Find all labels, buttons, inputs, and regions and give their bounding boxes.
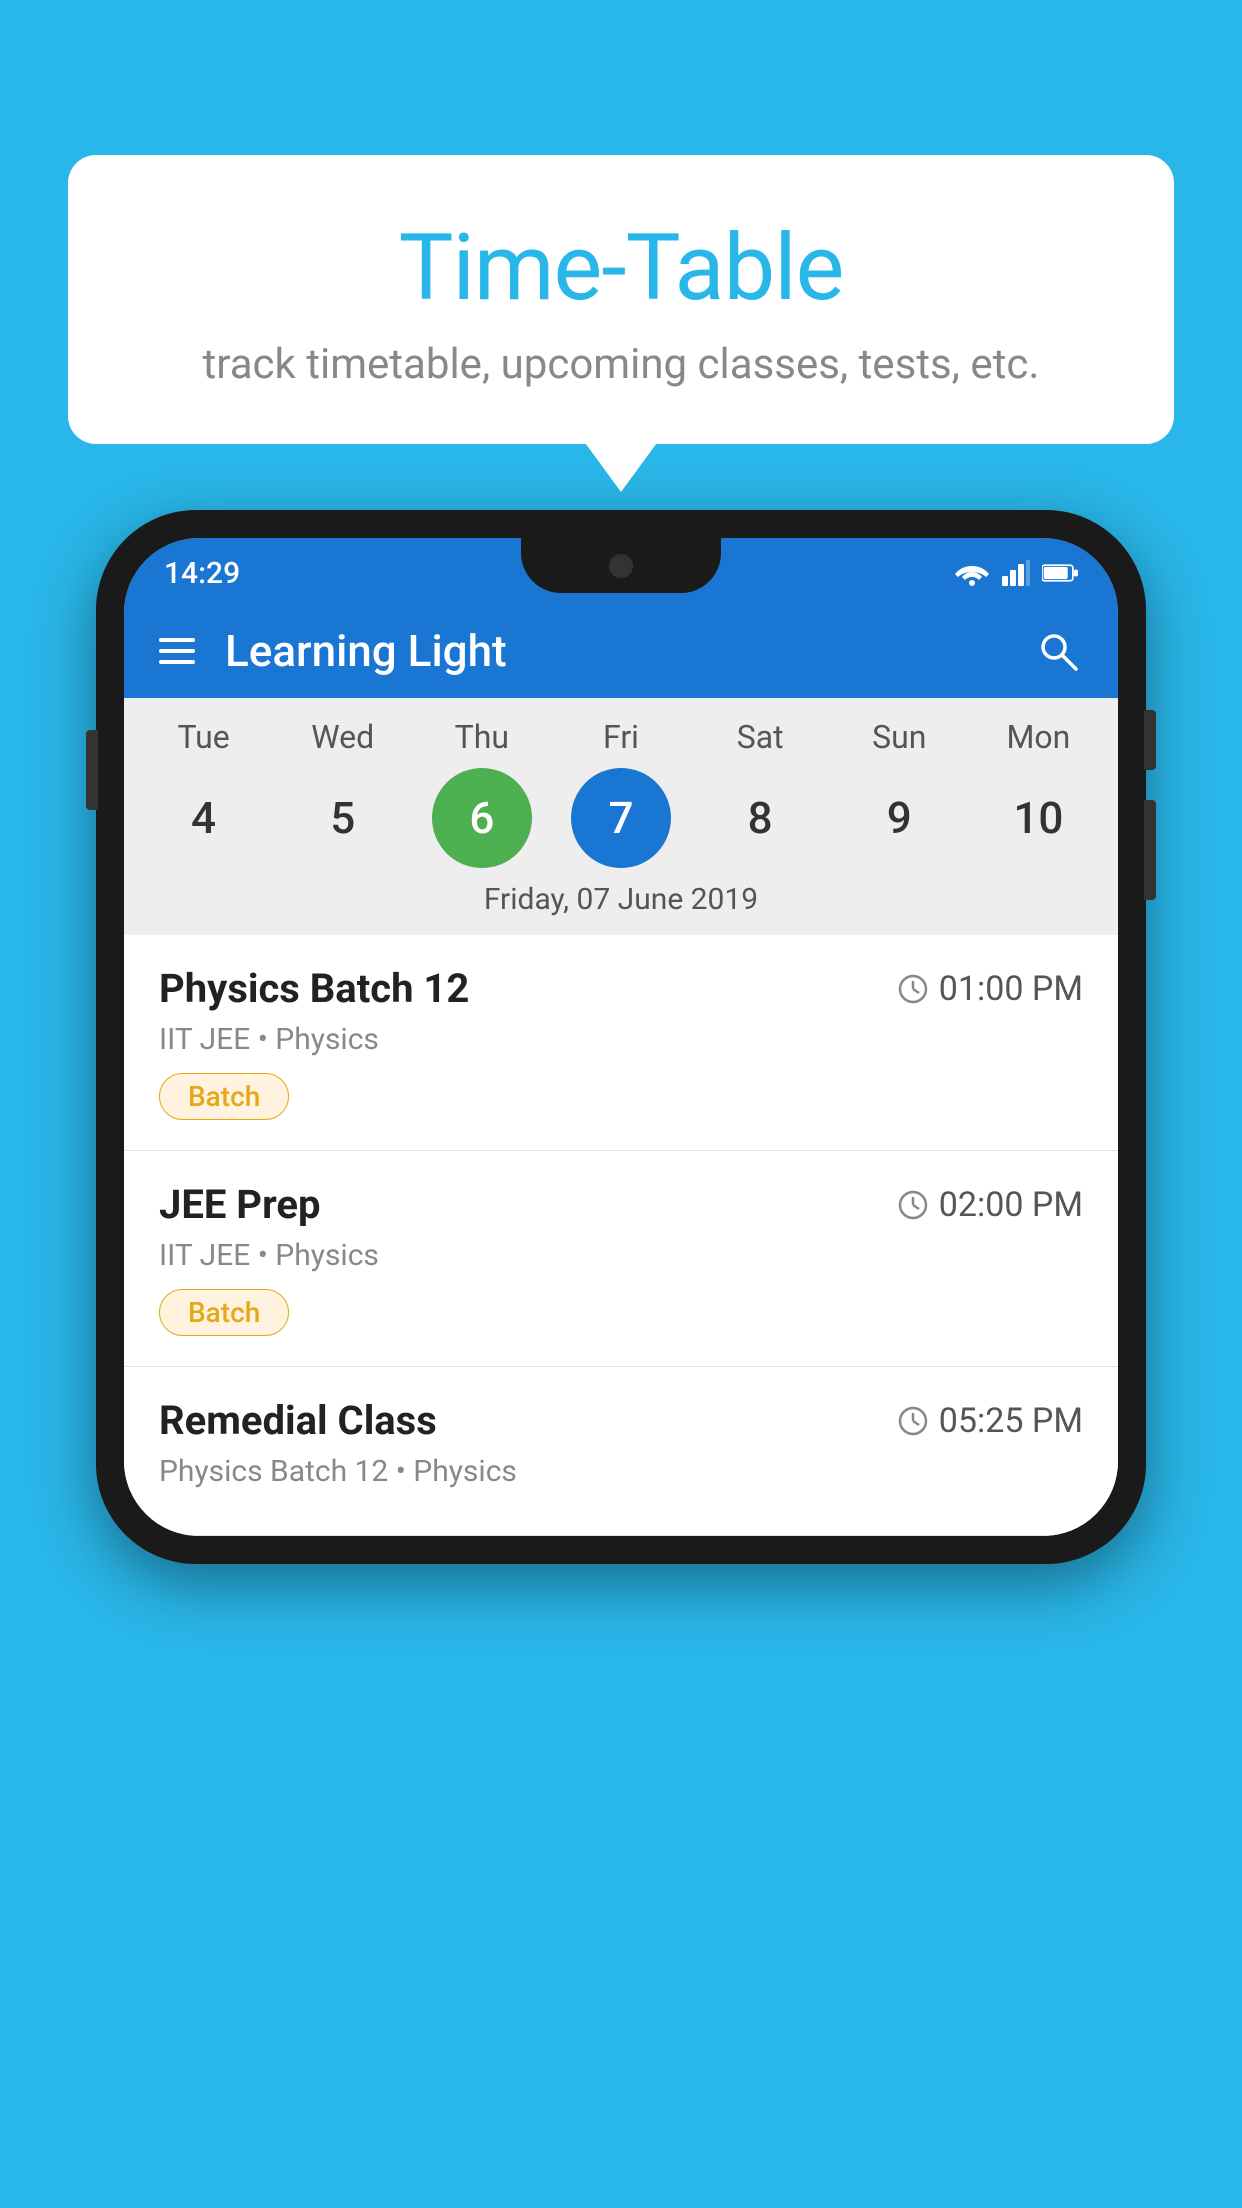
hamburger-line-2 bbox=[159, 649, 195, 653]
status-icons bbox=[954, 560, 1078, 586]
clock-icon-1 bbox=[897, 973, 929, 1005]
day-header-tue: Tue bbox=[144, 718, 264, 756]
class-info-3: Physics Batch 12 • Physics bbox=[159, 1454, 1083, 1489]
class-item-2[interactable]: JEE Prep 02:00 PM IIT JEE • Physics Batc… bbox=[124, 1151, 1118, 1367]
class-item-1-header: Physics Batch 12 01:00 PM bbox=[159, 965, 1083, 1012]
phone-mockup: 14:29 bbox=[96, 510, 1146, 1564]
day-headers: Tue Wed Thu Fri Sat Sun Mon bbox=[124, 718, 1118, 756]
volume-down-button bbox=[1144, 800, 1156, 900]
day-10[interactable]: 10 bbox=[988, 768, 1088, 868]
class-time-text-3: 05:25 PM bbox=[939, 1401, 1083, 1441]
day-header-wed: Wed bbox=[283, 718, 403, 756]
day-7-selected[interactable]: 7 bbox=[571, 768, 671, 868]
clock-icon-2 bbox=[897, 1189, 929, 1221]
volume-button bbox=[86, 730, 98, 810]
front-camera bbox=[609, 554, 633, 578]
day-6-today[interactable]: 6 bbox=[432, 768, 532, 868]
class-time-text-2: 02:00 PM bbox=[939, 1185, 1083, 1225]
class-item-3-header: Remedial Class 05:25 PM bbox=[159, 1397, 1083, 1444]
status-time: 14:29 bbox=[164, 556, 240, 591]
day-9[interactable]: 9 bbox=[849, 768, 949, 868]
search-icon bbox=[1034, 627, 1082, 675]
day-numbers: 4 5 6 7 8 9 10 bbox=[124, 768, 1118, 868]
battery-icon bbox=[1042, 562, 1078, 584]
day-8[interactable]: 8 bbox=[710, 768, 810, 868]
day-header-sat: Sat bbox=[700, 718, 820, 756]
bubble-subtitle: track timetable, upcoming classes, tests… bbox=[118, 340, 1124, 389]
class-item-2-header: JEE Prep 02:00 PM bbox=[159, 1181, 1083, 1228]
phone-notch bbox=[521, 538, 721, 593]
day-header-thu: Thu bbox=[422, 718, 542, 756]
search-button[interactable] bbox=[1033, 626, 1083, 676]
class-time-2: 02:00 PM bbox=[897, 1185, 1083, 1225]
batch-badge-2: Batch bbox=[159, 1289, 289, 1336]
batch-badge-1: Batch bbox=[159, 1073, 289, 1120]
class-list: Physics Batch 12 01:00 PM IIT JEE • Phys… bbox=[124, 935, 1118, 1536]
class-time-text-1: 01:00 PM bbox=[939, 969, 1083, 1009]
class-time-1: 01:00 PM bbox=[897, 969, 1083, 1009]
hamburger-line-1 bbox=[159, 638, 195, 642]
speech-bubble-container: Time-Table track timetable, upcoming cla… bbox=[68, 155, 1174, 444]
speech-bubble: Time-Table track timetable, upcoming cla… bbox=[68, 155, 1174, 444]
phone-frame: 14:29 bbox=[96, 510, 1146, 1564]
class-name-1: Physics Batch 12 bbox=[159, 965, 469, 1012]
app-title: Learning Light bbox=[225, 625, 1003, 677]
wifi-icon bbox=[954, 560, 990, 586]
day-5[interactable]: 5 bbox=[293, 768, 393, 868]
clock-icon-3 bbox=[897, 1405, 929, 1437]
day-header-fri: Fri bbox=[561, 718, 681, 756]
class-info-2: IIT JEE • Physics bbox=[159, 1238, 1083, 1273]
day-4[interactable]: 4 bbox=[154, 768, 254, 868]
calendar-strip: Tue Wed Thu Fri Sat Sun Mon 4 5 6 7 8 9 … bbox=[124, 698, 1118, 935]
hamburger-line-3 bbox=[159, 660, 195, 664]
menu-icon[interactable] bbox=[159, 638, 195, 664]
bubble-title: Time-Table bbox=[118, 215, 1124, 322]
class-name-2: JEE Prep bbox=[159, 1181, 320, 1228]
class-item-3[interactable]: Remedial Class 05:25 PM Physics Batch 12… bbox=[124, 1367, 1118, 1536]
signal-icon bbox=[1002, 560, 1030, 586]
day-header-mon: Mon bbox=[978, 718, 1098, 756]
class-item-1[interactable]: Physics Batch 12 01:00 PM IIT JEE • Phys… bbox=[124, 935, 1118, 1151]
class-time-3: 05:25 PM bbox=[897, 1401, 1083, 1441]
day-header-sun: Sun bbox=[839, 718, 959, 756]
class-name-3: Remedial Class bbox=[159, 1397, 437, 1444]
app-bar: Learning Light bbox=[124, 603, 1118, 698]
power-button bbox=[1144, 710, 1156, 770]
selected-date-label: Friday, 07 June 2019 bbox=[124, 868, 1118, 925]
phone-screen: 14:29 bbox=[124, 538, 1118, 1536]
class-info-1: IIT JEE • Physics bbox=[159, 1022, 1083, 1057]
